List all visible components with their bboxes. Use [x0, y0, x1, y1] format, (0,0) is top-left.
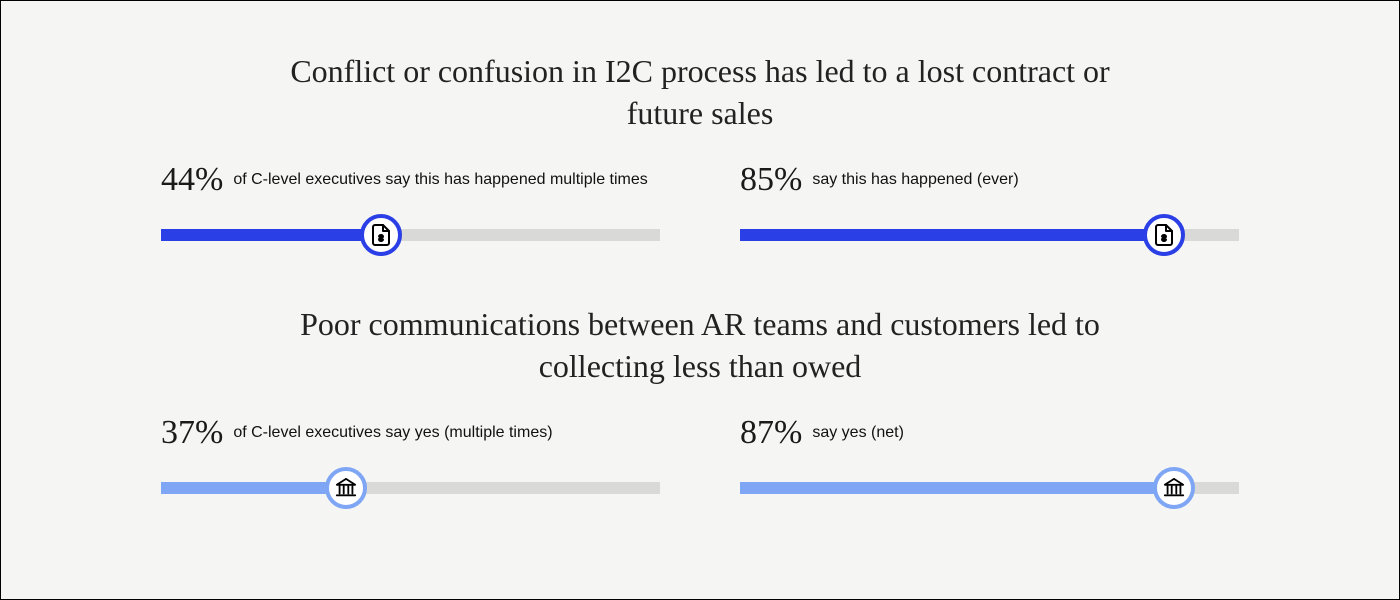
- bar-fill: [161, 482, 346, 494]
- invoice-icon: [1152, 223, 1176, 247]
- stat-i2c-multiple: 44% of C-level executives say this has h…: [161, 156, 660, 256]
- bar-fill: [740, 229, 1164, 241]
- progress-bar: [161, 214, 660, 256]
- bar-marker: [1153, 467, 1195, 509]
- stat-head: 85% say this has happened (ever): [740, 156, 1239, 204]
- stat-percent: 44%: [161, 161, 223, 199]
- bar-marker: [325, 467, 367, 509]
- stat-percent: 37%: [161, 414, 223, 452]
- stat-head: 44% of C-level executives say this has h…: [161, 156, 660, 204]
- stat-row: 44% of C-level executives say this has h…: [161, 156, 1239, 256]
- stat-percent: 85%: [740, 161, 802, 199]
- bank-icon: [1163, 477, 1185, 499]
- bar-marker: [1143, 214, 1185, 256]
- stat-head: 37% of C-level executives say yes (multi…: [161, 409, 660, 457]
- bar-marker: [360, 214, 402, 256]
- stat-description: say yes (net): [812, 423, 904, 443]
- stat-ar-net: 87% say yes (net): [740, 409, 1239, 509]
- stat-description: of C-level executives say yes (multiple …: [233, 423, 552, 443]
- section-title: Conflict or confusion in I2C process has…: [290, 51, 1110, 134]
- section-ar: Poor communications between AR teams and…: [161, 304, 1239, 509]
- progress-bar: [740, 214, 1239, 256]
- progress-bar: [740, 467, 1239, 509]
- stat-row: 37% of C-level executives say yes (multi…: [161, 409, 1239, 509]
- stat-ar-multiple: 37% of C-level executives say yes (multi…: [161, 409, 660, 509]
- stat-head: 87% say yes (net): [740, 409, 1239, 457]
- bank-icon: [335, 477, 357, 499]
- stat-description: of C-level executives say this has happe…: [233, 170, 647, 190]
- stat-percent: 87%: [740, 414, 802, 452]
- progress-bar: [161, 467, 660, 509]
- bar-fill: [161, 229, 381, 241]
- stat-i2c-ever: 85% say this has happened (ever): [740, 156, 1239, 256]
- section-title: Poor communications between AR teams and…: [290, 304, 1110, 387]
- invoice-icon: [369, 223, 393, 247]
- section-i2c: Conflict or confusion in I2C process has…: [161, 51, 1239, 256]
- stat-description: say this has happened (ever): [812, 170, 1018, 190]
- bar-fill: [740, 482, 1174, 494]
